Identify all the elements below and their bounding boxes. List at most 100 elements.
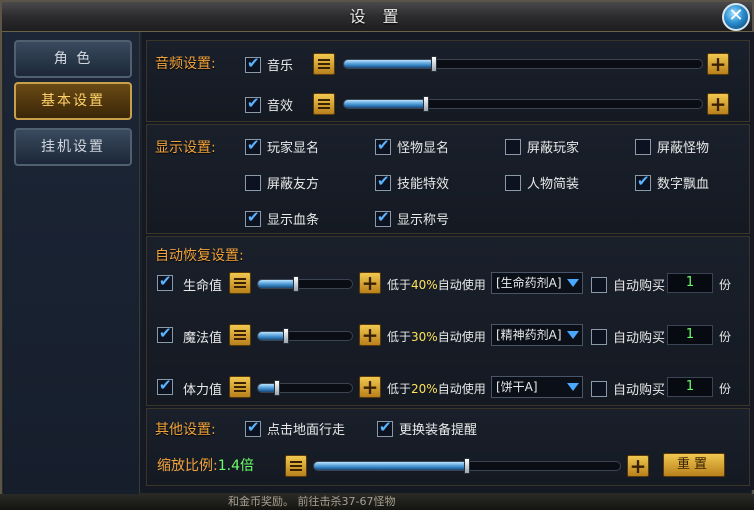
- option-show-title[interactable]: 显示称号: [375, 208, 450, 228]
- settings-window: 设 置 ✕ 角 色 基本设置 挂机设置 音频设置: 音乐 音效: [0, 0, 754, 496]
- stamina-threshold-percent: 20%: [411, 382, 438, 396]
- checkbox[interactable]: [157, 324, 173, 343]
- hp-potion-select[interactable]: [生命药剂A]: [491, 272, 583, 294]
- checkbox[interactable]: [505, 174, 521, 191]
- tab-role[interactable]: 角 色: [14, 40, 132, 78]
- music-decrease-button[interactable]: [313, 53, 335, 75]
- mp-potion-select[interactable]: [精神药剂A]: [491, 324, 583, 346]
- music-slider[interactable]: [343, 56, 703, 72]
- hp-checkbox-row[interactable]: [157, 272, 173, 291]
- checkbox[interactable]: [635, 138, 651, 155]
- mp-slider[interactable]: [257, 328, 353, 344]
- option-equip-change-reminder[interactable]: 更换装备提醒: [377, 418, 478, 438]
- option-show-player-names[interactable]: 玩家显名: [245, 136, 320, 156]
- checkbox[interactable]: [245, 174, 261, 191]
- option-hide-allies[interactable]: 屏蔽友方: [245, 173, 319, 192]
- checkbox[interactable]: [245, 418, 261, 437]
- zoom-decrease-button[interactable]: [285, 455, 307, 477]
- zoom-increase-button[interactable]: [627, 455, 649, 477]
- mp-checkbox-row[interactable]: [157, 324, 173, 343]
- mp-quantity-unit: 份: [719, 330, 732, 344]
- option-label: 屏蔽玩家: [527, 141, 580, 156]
- sfx-slider-thumb[interactable]: [423, 96, 430, 112]
- option-show-hp-bar[interactable]: 显示血条: [245, 208, 320, 228]
- hp-increase-button[interactable]: [359, 272, 381, 294]
- chevron-down-icon: [567, 383, 579, 391]
- stamina-quantity-unit: 份: [719, 382, 732, 396]
- stamina-item-value: [饼干A]: [496, 380, 538, 394]
- checkbox[interactable]: [377, 418, 393, 437]
- sfx-checkbox-row[interactable]: 音效: [245, 94, 294, 114]
- zoom-slider-thumb[interactable]: [464, 458, 470, 474]
- option-label: 数字飘血: [657, 177, 710, 192]
- tab-basic-settings[interactable]: 基本设置: [14, 82, 132, 120]
- mp-increase-button[interactable]: [359, 324, 381, 346]
- option-simple-character[interactable]: 人物简装: [505, 173, 579, 192]
- checkbox[interactable]: [591, 380, 607, 397]
- stamina-item-select[interactable]: [饼干A]: [491, 376, 583, 398]
- option-floating-damage[interactable]: 数字飘血: [635, 172, 710, 192]
- checkbox[interactable]: [635, 172, 651, 191]
- checkbox[interactable]: [375, 208, 391, 227]
- hp-slider[interactable]: [257, 276, 353, 292]
- option-label: 人物简装: [527, 177, 580, 192]
- music-checkbox-row[interactable]: 音乐: [245, 54, 293, 74]
- mp-decrease-button[interactable]: [229, 324, 251, 346]
- checkbox[interactable]: [157, 272, 173, 291]
- checkbox[interactable]: [245, 136, 261, 155]
- option-click-to-walk[interactable]: 点击地面行走: [245, 418, 345, 438]
- music-checkbox[interactable]: [245, 54, 261, 73]
- stamina-threshold-prefix: 低于: [387, 382, 412, 396]
- mp-buy-quantity[interactable]: 1: [667, 325, 713, 345]
- option-label: 玩家显名: [267, 141, 320, 156]
- hp-threshold-prefix: 低于: [387, 278, 412, 292]
- music-slider-thumb[interactable]: [430, 56, 437, 72]
- chevron-down-icon: [567, 279, 579, 287]
- tab-afk-settings[interactable]: 挂机设置: [14, 128, 132, 166]
- stamina-slider-thumb[interactable]: [273, 380, 280, 396]
- stamina-slider[interactable]: [257, 380, 353, 396]
- sfx-checkbox[interactable]: [245, 94, 261, 113]
- stamina-auto-buy-row[interactable]: 自动购买: [591, 379, 665, 398]
- close-button[interactable]: ✕: [722, 3, 750, 31]
- auto-buy-label: 自动购买: [613, 279, 666, 294]
- checkbox[interactable]: [375, 172, 391, 191]
- hp-slider-thumb[interactable]: [292, 276, 299, 292]
- sfx-increase-button[interactable]: [707, 93, 729, 115]
- mp-threshold-text: 低于30%自动使用: [387, 328, 486, 345]
- option-label: 显示血条: [267, 213, 320, 228]
- stamina-decrease-button[interactable]: [229, 376, 251, 398]
- checkbox[interactable]: [375, 136, 391, 155]
- sfx-decrease-button[interactable]: [313, 93, 335, 115]
- hp-decrease-button[interactable]: [229, 272, 251, 294]
- checkbox[interactable]: [591, 276, 607, 293]
- reset-button[interactable]: 重置: [663, 453, 725, 477]
- mp-auto-buy-row[interactable]: 自动购买: [591, 327, 665, 346]
- option-label: 更换装备提醒: [399, 423, 478, 438]
- sfx-slider[interactable]: [343, 96, 703, 112]
- stamina-threshold-suffix: 自动使用: [437, 382, 486, 396]
- checkbox[interactable]: [591, 328, 607, 345]
- option-label: 屏蔽友方: [267, 177, 320, 192]
- stamina-increase-button[interactable]: [359, 376, 381, 398]
- checkbox[interactable]: [245, 208, 261, 227]
- stamina-buy-quantity[interactable]: 1: [667, 377, 713, 397]
- mp-slider-thumb[interactable]: [283, 328, 290, 344]
- option-show-monster-names[interactable]: 怪物显名: [375, 136, 449, 156]
- hp-slider-fill: [258, 280, 296, 288]
- checkbox[interactable]: [505, 138, 521, 155]
- music-increase-button[interactable]: [707, 53, 729, 75]
- hp-auto-buy-row[interactable]: 自动购买: [591, 275, 665, 294]
- option-hide-players[interactable]: 屏蔽玩家: [505, 137, 579, 156]
- stamina-checkbox-row[interactable]: [157, 376, 173, 395]
- option-skill-effects[interactable]: 技能特效: [375, 172, 449, 192]
- tab-basic-settings-label: 基本设置: [41, 93, 105, 109]
- zoom-slider[interactable]: [313, 458, 621, 474]
- sfx-label: 音效: [267, 99, 294, 114]
- checkbox[interactable]: [157, 376, 173, 395]
- zoom-slider-fill: [314, 462, 467, 470]
- hp-buy-quantity[interactable]: 1: [667, 273, 713, 293]
- option-label: 显示称号: [397, 213, 450, 228]
- option-hide-monsters[interactable]: 屏蔽怪物: [635, 137, 709, 156]
- hp-label: 生命值: [183, 279, 223, 294]
